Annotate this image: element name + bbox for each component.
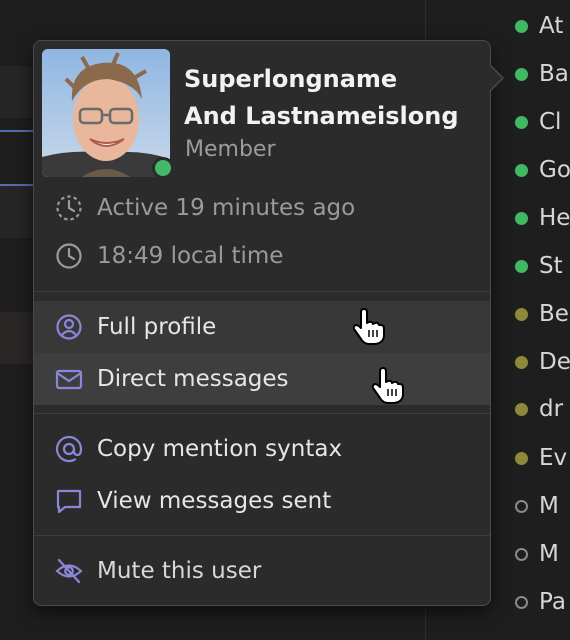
user-list-item[interactable]: St bbox=[515, 246, 563, 286]
divider bbox=[34, 413, 490, 414]
at-sign-icon bbox=[55, 435, 83, 463]
user-name: M bbox=[539, 541, 559, 567]
presence-active-indicator bbox=[152, 157, 174, 179]
user-name: He bbox=[539, 205, 570, 231]
clock-icon bbox=[56, 243, 82, 269]
user-name: Cl bbox=[539, 109, 562, 135]
view-messages-label: View messages sent bbox=[97, 488, 332, 514]
presence-idle-dot bbox=[515, 451, 528, 465]
user-name: Be bbox=[539, 301, 569, 327]
envelope-icon bbox=[55, 369, 83, 390]
user-list-item[interactable]: dr bbox=[515, 389, 563, 429]
local-time-row: 18:49 local time bbox=[54, 241, 283, 271]
user-list-item[interactable]: Go bbox=[515, 150, 570, 190]
user-list-item[interactable]: At bbox=[515, 6, 563, 46]
direct-messages-menu-item[interactable]: Direct messages bbox=[34, 353, 490, 405]
avatar-photo bbox=[42, 49, 170, 177]
presence-offline-dot bbox=[515, 499, 528, 513]
full-profile-label: Full profile bbox=[97, 314, 217, 340]
profile-role: Member bbox=[185, 137, 276, 162]
user-circle-icon bbox=[56, 314, 82, 340]
profile-name: Superlongname And Lastnameislong bbox=[184, 61, 484, 135]
presence-active-dot bbox=[515, 163, 528, 177]
clock-dashed-icon bbox=[56, 195, 82, 221]
user-list-item[interactable]: Be bbox=[515, 294, 569, 334]
presence-active-dot bbox=[515, 211, 528, 225]
user-list-item[interactable]: De bbox=[515, 342, 570, 382]
user-name: M bbox=[539, 493, 559, 519]
avatar[interactable] bbox=[42, 49, 170, 177]
view-messages-menu-item[interactable]: View messages sent bbox=[34, 475, 490, 527]
user-list-item[interactable]: Ba bbox=[515, 54, 569, 94]
divider bbox=[34, 535, 490, 536]
mute-user-label: Mute this user bbox=[97, 558, 262, 584]
user-name: Go bbox=[539, 157, 570, 183]
presence-active-dot bbox=[515, 259, 528, 273]
chat-bubble-icon bbox=[56, 489, 82, 514]
mute-user-menu-item[interactable]: Mute this user bbox=[34, 545, 490, 597]
copy-mention-label: Copy mention syntax bbox=[97, 436, 343, 462]
presence-idle-dot bbox=[515, 402, 528, 416]
profile-name-line2: And Lastnameislong bbox=[184, 102, 459, 130]
user-list-item[interactable]: Cl bbox=[515, 102, 561, 142]
presence-active-dot bbox=[515, 115, 528, 129]
profile-name-line1: Superlongname bbox=[184, 65, 398, 93]
user-name: Pa bbox=[539, 589, 566, 615]
presence-offline-dot bbox=[515, 547, 528, 561]
presence-offline-dot bbox=[515, 595, 528, 609]
last-active-text: Active 19 minutes ago bbox=[97, 195, 356, 221]
presence-idle-dot bbox=[515, 355, 528, 369]
user-name: St bbox=[539, 253, 563, 279]
presence-idle-dot bbox=[515, 307, 528, 321]
user-name: Ev bbox=[539, 445, 568, 471]
user-list-item[interactable]: Pa bbox=[515, 582, 566, 622]
divider bbox=[34, 291, 490, 292]
copy-mention-menu-item[interactable]: Copy mention syntax bbox=[34, 423, 490, 475]
last-active-row: Active 19 minutes ago bbox=[54, 193, 355, 223]
user-list-item[interactable]: M bbox=[515, 534, 559, 574]
user-list-item[interactable]: Ev bbox=[515, 438, 567, 478]
user-name: dr bbox=[539, 396, 564, 422]
user-list-item[interactable]: He bbox=[515, 198, 570, 238]
eye-slash-icon bbox=[55, 558, 83, 584]
popover-caret bbox=[490, 66, 502, 90]
presence-active-dot bbox=[515, 19, 528, 33]
user-name: At bbox=[539, 13, 564, 39]
user-list-item[interactable]: M bbox=[515, 486, 559, 526]
full-profile-menu-item[interactable]: Full profile bbox=[34, 301, 490, 353]
user-name: De bbox=[539, 349, 570, 375]
presence-active-dot bbox=[515, 67, 528, 81]
user-name: Ba bbox=[539, 61, 569, 87]
user-profile-popover: Superlongname And Lastnameislong Member … bbox=[33, 40, 504, 606]
direct-messages-label: Direct messages bbox=[97, 366, 289, 392]
local-time-text: 18:49 local time bbox=[97, 243, 284, 269]
